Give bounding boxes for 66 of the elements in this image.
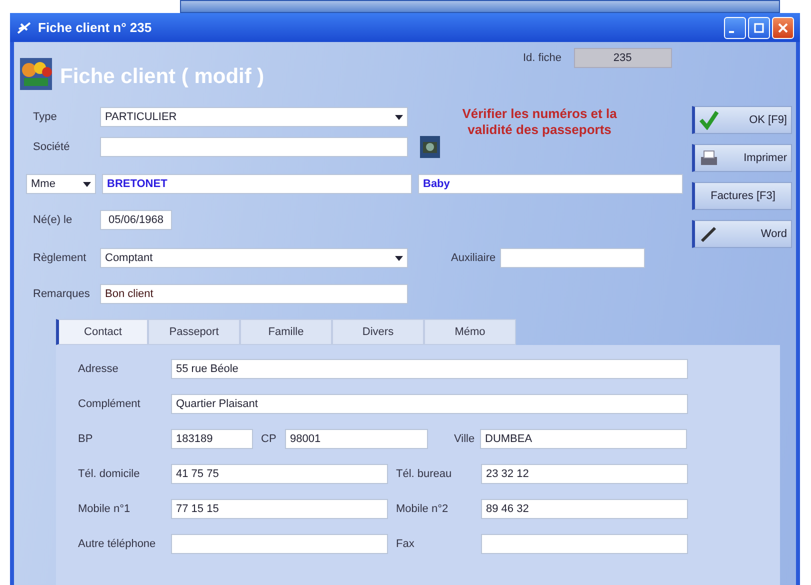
field-label: Complément	[77, 398, 142, 410]
warning-message: Vérifier les numéros et la validité des passeports	[461, 106, 618, 138]
field-label: CP	[260, 432, 278, 444]
maximize-icon	[754, 22, 764, 32]
field-label: Auxiliaire	[450, 252, 496, 264]
company-field[interactable]	[100, 137, 408, 157]
field-label: Tél. domicile	[77, 468, 141, 480]
minimize-button[interactable]	[724, 16, 746, 38]
auxiliary-field[interactable]	[500, 248, 645, 268]
field-label: Type	[32, 111, 58, 123]
close-icon	[778, 22, 788, 32]
text-field[interactable]: 98001	[285, 428, 428, 448]
text-field[interactable]	[171, 534, 388, 554]
window-title: Fiche client n° 235	[38, 20, 153, 35]
field-label: Né(e) le	[32, 214, 74, 226]
payment-dropdown[interactable]: Comptant	[100, 248, 408, 268]
tab[interactable]: Mémo	[424, 319, 516, 345]
last-name-field[interactable]: BRETONET	[102, 174, 412, 194]
tab[interactable]: Passeport	[148, 319, 240, 345]
field-label: Règlement	[32, 252, 88, 264]
birth-date-field[interactable]: 05/06/1968	[100, 210, 172, 230]
field-label: Mobile n°2	[395, 502, 450, 514]
minimize-icon	[728, 30, 734, 32]
field-label: Ville	[453, 432, 476, 444]
printer-icon	[699, 148, 719, 168]
pen-icon	[699, 224, 719, 244]
action-button[interactable]: Imprimer	[692, 144, 792, 172]
id-value-field: 235	[574, 48, 672, 68]
caret-icon	[395, 256, 403, 260]
remarks-field[interactable]: Bon client	[100, 284, 408, 304]
text-field[interactable]: 41 75 75	[171, 464, 388, 484]
type-dropdown[interactable]: PARTICULIER	[100, 107, 408, 127]
airplane-icon	[16, 20, 32, 36]
action-button[interactable]: Word	[692, 220, 792, 248]
form-title: Fiche client ( modif )	[60, 65, 264, 89]
field-label: Autre téléphone	[77, 538, 157, 550]
maximize-button[interactable]	[748, 16, 770, 38]
caret-icon	[395, 114, 403, 120]
field-label: Remarques	[32, 288, 91, 300]
field-label: Id. fiche	[522, 52, 562, 64]
first-name-field[interactable]: Baby	[418, 174, 683, 194]
people-icon	[20, 58, 52, 90]
close-button[interactable]	[772, 16, 794, 38]
field-label: Fax	[395, 538, 416, 550]
text-field[interactable]: 183189	[171, 428, 253, 448]
action-button[interactable]: OK [F9]	[692, 106, 792, 134]
text-field[interactable]: Quartier Plaisant	[171, 394, 688, 414]
field-label: Adresse	[77, 362, 120, 374]
tab[interactable]: Contact	[56, 319, 148, 345]
text-field[interactable]: 55 rue Béole	[171, 358, 688, 378]
field-label: BP	[77, 432, 94, 444]
field-label: Mobile n°1	[77, 502, 132, 514]
text-field[interactable]	[481, 534, 688, 554]
title-dropdown[interactable]: Mme	[26, 174, 96, 194]
field-label: Société	[32, 141, 71, 153]
text-field[interactable]: 23 32 12	[481, 464, 688, 484]
field-label: Tél. bureau	[395, 468, 453, 480]
text-field[interactable]: 89 46 32	[481, 498, 688, 518]
text-field[interactable]: 77 15 15	[171, 498, 388, 518]
tab[interactable]: Divers	[332, 319, 424, 345]
tab[interactable]: Famille	[240, 319, 332, 345]
text-field[interactable]: DUMBEA	[480, 428, 687, 448]
action-button[interactable]: Factures [F3]	[692, 182, 792, 210]
camera-icon[interactable]	[420, 136, 440, 158]
caret-icon	[83, 182, 91, 186]
checkmark-icon	[699, 110, 719, 130]
